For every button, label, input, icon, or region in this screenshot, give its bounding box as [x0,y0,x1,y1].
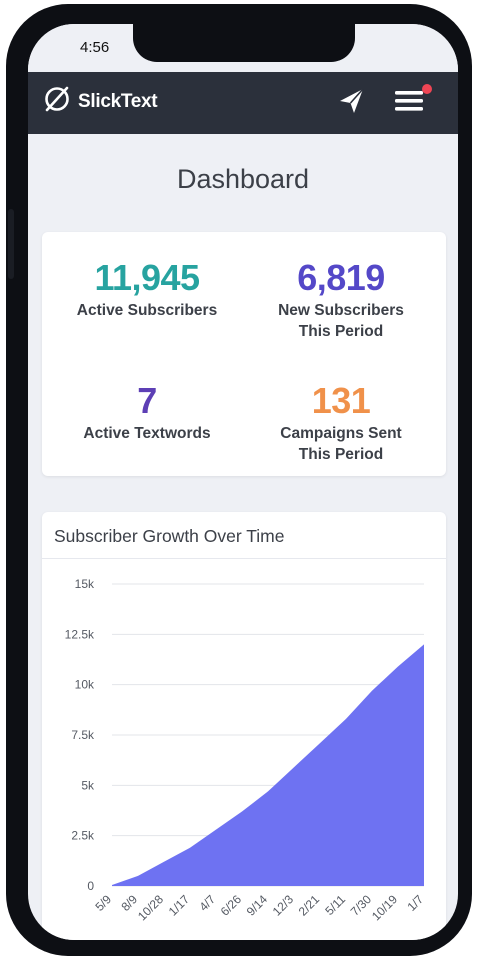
y-tick-label: 2.5k [71,829,95,843]
phone-frame: 4:56 SlickText Dashboard 11,945 Active S… [6,4,472,956]
navbar: SlickText [28,72,458,134]
x-tick-label: 1/7 [404,892,426,914]
stat-new-subscribers[interactable]: 6,819 New Subscribers This Period [246,258,436,342]
x-tick-label: 10/19 [369,892,400,923]
brand-name: SlickText [78,90,158,112]
y-tick-label: 7.5k [71,728,95,742]
stat-value: 11,945 [94,257,200,298]
menu-button[interactable] [394,84,432,120]
notification-dot [422,84,432,94]
stat-label-line: Campaigns Sent [280,425,402,442]
growth-chart: 02.5k5k7.5k10k12.5k15k5/9 8/910/28 1/17 4/7… [65,577,427,923]
stat-label: Active Textwords [52,423,242,444]
stat-value: 7 [137,380,157,421]
x-tick-label: 1/17 [166,892,193,919]
stat-active-subscribers[interactable]: 11,945 Active Subscribers [52,258,242,321]
stat-value: 131 [311,380,371,421]
stat-label: Campaigns Sent This Period [246,423,436,465]
send-campaign-icon[interactable] [338,86,366,121]
side-button [8,209,14,279]
growth-chart-card: Subscriber Growth Over Time 0 2.5k 5k 7.5k 1… [42,512,446,940]
y-tick-label: 10k [75,678,95,692]
stat-value: 6,819 [297,257,385,298]
stat-label-line: This Period [298,446,384,463]
x-tick-label: 2/21 [296,892,323,919]
screen: 4:56 SlickText Dashboard 11,945 Active S… [28,24,458,940]
y-tick-label: 12.5k [65,627,95,641]
x-tick-label: 10/28 [135,892,166,923]
y-tick-label: 0 [87,879,94,893]
stats-card: 11,945 Active Subscribers 6,819 New Subs… [42,232,446,476]
stat-label: Active Subscribers [52,300,242,321]
stat-label-line: New Subscribers [278,302,404,319]
status-time: 4:56 [80,39,110,56]
hamburger-icon [395,91,423,111]
stat-label: New Subscribers This Period [246,300,436,342]
y-tick-label: 15k [75,577,95,591]
growth-area [112,644,424,886]
notch [133,24,355,62]
stat-active-textwords[interactable]: 7 Active Textwords [52,381,242,444]
x-tick-label: 12/3 [270,892,297,919]
x-tick-label: 4/7 [196,892,218,914]
stat-label-line: This Period [298,323,384,340]
x-tick-label: 9/14 [244,892,271,919]
y-tick-label: 5k [81,778,95,792]
brand-logo[interactable]: SlickText [42,84,158,119]
stat-label-line: Active Textwords [83,425,211,442]
slicktext-logo-icon [42,84,72,119]
stat-label-line: Active Subscribers [76,302,218,319]
x-tick-label: 5/9 [92,892,114,914]
stat-campaigns-sent[interactable]: 131 Campaigns Sent This Period [246,381,436,465]
x-tick-label: 6/26 [218,892,245,919]
page-title: Dashboard [176,164,310,194]
x-tick-label: 5/11 [322,892,348,918]
